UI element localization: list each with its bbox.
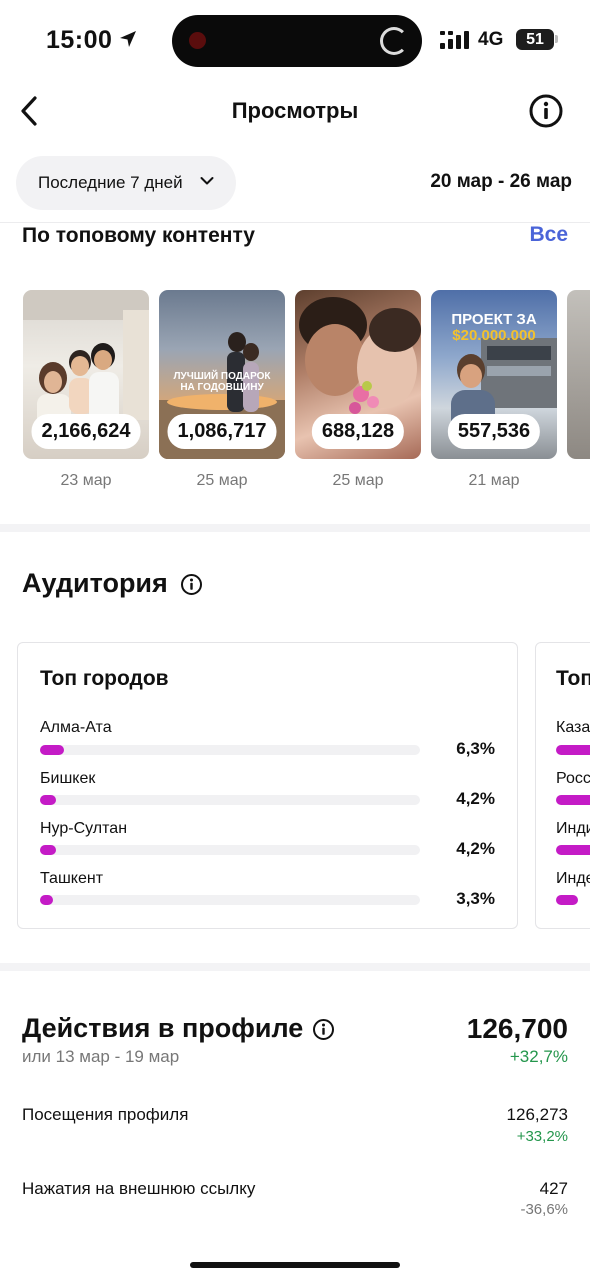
thumbnail-date-4: 21 мар	[468, 472, 520, 489]
thumbnail-overlay-4-top: ПРОЕКТ ЗА	[451, 311, 537, 328]
country-bar-track	[556, 895, 590, 905]
thumbnail-date-1: 23 мар	[60, 472, 112, 489]
city-bar-fill	[40, 745, 64, 755]
city-bar-track	[40, 895, 420, 905]
top-cities-title: Топ городов	[40, 667, 169, 690]
profile-actions-change: +32,7%	[509, 1047, 568, 1066]
metric-label: Посещения профиля	[22, 1105, 189, 1124]
view-count-2: 1,086,717	[167, 414, 277, 449]
profile-actions-title: Действия в профиле	[22, 1013, 304, 1043]
info-icon[interactable]	[312, 1018, 335, 1041]
country-name: Инди	[556, 820, 590, 837]
info-icon[interactable]	[528, 93, 564, 129]
thumbnail-overlay-4-amount: $20.000.000	[452, 327, 536, 344]
date-range: 20 мар - 26 мар	[430, 171, 572, 192]
view-count-4: 557,536	[447, 414, 541, 449]
content-thumbnail-4[interactable]: ПРОЕКТ ЗА $20.000.000 557,536	[431, 290, 557, 459]
metric-label: Нажатия на внешнюю ссылку	[22, 1179, 256, 1198]
page-title: Просмотры	[231, 98, 359, 123]
city-bar-fill	[40, 895, 53, 905]
country-bar-fill	[556, 795, 590, 805]
city-bar-track	[40, 845, 420, 855]
camera-dot-icon	[189, 32, 206, 49]
battery-icon: 51	[516, 29, 554, 50]
metric-value: 427	[539, 1179, 568, 1198]
view-count-1: 2,166,624	[31, 414, 141, 449]
country-name: Инде	[556, 870, 590, 887]
city-bar-fill	[40, 845, 56, 855]
city-name: Бишкек	[40, 770, 96, 787]
profile-actions-total: 126,700	[466, 1013, 568, 1044]
divider	[0, 222, 590, 223]
city-name: Алма-Ата	[40, 719, 112, 736]
thumbnail-date-3: 25 мар	[332, 472, 384, 489]
city-bar-track	[40, 745, 420, 755]
city-percent: 3,3%	[456, 889, 495, 908]
section-separator	[0, 524, 590, 532]
network-type: 4G	[478, 29, 504, 50]
section-separator	[0, 963, 590, 971]
metric-change: -36,6%	[520, 1201, 568, 1218]
thumbnail-overlay-2: ЛУЧШИЙ ПОДАРОК НА ГОДОВЩИНУ	[173, 371, 271, 393]
metric-value: 126,273	[506, 1105, 568, 1124]
info-icon[interactable]	[180, 573, 203, 596]
top-cities-card: Топ городов Алма-Ата 6,3% Бишкек 4,2% Ну…	[17, 642, 518, 929]
top-countries-title: Топ	[556, 667, 590, 690]
period-filter-label: Последние 7 дней	[38, 173, 183, 192]
country-name: Росс	[556, 770, 590, 787]
city-bar-fill	[40, 795, 56, 805]
country-bar-fill	[556, 745, 590, 755]
city-name: Ташкент	[40, 870, 104, 887]
city-percent: 4,2%	[456, 839, 495, 858]
country-bar-track	[556, 745, 590, 755]
city-percent: 6,3%	[456, 739, 495, 758]
country-bar-track	[556, 795, 590, 805]
country-bar-fill	[556, 845, 590, 855]
status-bar: 15:00 4G 51	[0, 0, 590, 80]
battery-tip	[555, 35, 558, 43]
see-all-link[interactable]: Все	[529, 223, 568, 247]
country-bar-fill	[556, 895, 578, 905]
top-countries-card-partial: Топ Каза Росс Инди Инде	[535, 642, 590, 929]
dynamic-island	[172, 15, 422, 67]
city-name: Нур-Султан	[40, 820, 128, 837]
country-name: Каза	[556, 719, 590, 736]
thumbnail-date-2: 25 мар	[196, 472, 248, 489]
status-time: 15:00	[46, 26, 113, 54]
content-thumbnail-1[interactable]: 2,166,624	[23, 290, 149, 459]
view-count-3: 688,128	[311, 414, 405, 449]
content-thumbnail-5-partial[interactable]	[567, 290, 590, 459]
home-indicator	[190, 1262, 400, 1268]
signal-strength-icon	[440, 31, 469, 49]
city-bar-track	[40, 795, 420, 805]
period-filter-button[interactable]: Последние 7 дней	[16, 156, 236, 210]
audience-title: Аудитория	[22, 568, 168, 598]
comparison-period: или 13 мар - 19 мар	[22, 1047, 180, 1066]
chevron-down-icon	[200, 177, 214, 185]
loading-spinner-icon	[380, 27, 408, 55]
location-arrow-icon	[120, 31, 136, 47]
content-thumbnail-2[interactable]: ЛУЧШИЙ ПОДАРОК НА ГОДОВЩИНУ 1,086,717	[159, 290, 285, 459]
city-percent: 4,2%	[456, 789, 495, 808]
country-bar-track	[556, 845, 590, 855]
metric-change: +33,2%	[516, 1128, 568, 1145]
top-content-title: По топовому контенту	[22, 224, 255, 247]
content-thumbnail-3[interactable]: 688,128	[295, 290, 421, 459]
